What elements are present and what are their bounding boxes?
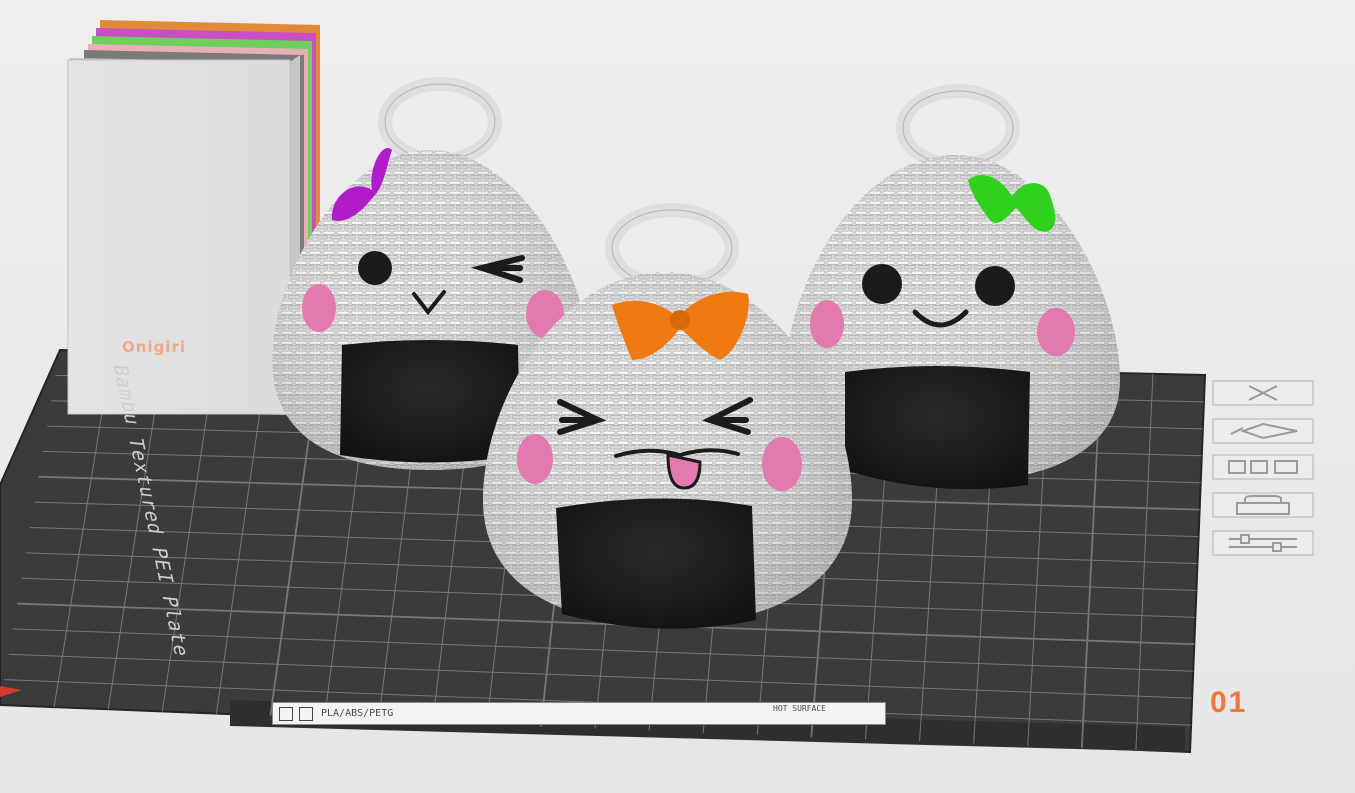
lock-icon [1236,495,1290,515]
close-plate-button[interactable] [1212,380,1314,406]
plate-settings-button[interactable] [1212,530,1314,556]
prime-tower-label: Onigiri [122,338,186,356]
close-x-icon [1248,385,1278,401]
arrange-button[interactable] [1212,454,1314,480]
auto-orient-icon [1230,422,1298,440]
lock-plate-button[interactable] [1212,492,1314,518]
filament-type-label: PLA/ABS/PETG [321,708,394,719]
scene-canvas [0,20,1207,754]
plate-number: 01 [1210,686,1248,719]
auto-orient-button[interactable] [1212,418,1314,444]
settings-icon [1229,534,1297,552]
3d-viewport[interactable]: Onigiri Bambu Textured PEI Plate PLA/ABS… [0,0,1355,793]
hot-surface-label: HOT SURFACE [773,704,826,713]
plate-info-strip: PLA/ABS/PETG HOT SURFACE [272,702,886,725]
plate-type-icon [299,706,313,721]
arrange-icon [1228,460,1298,474]
plate-grid-icon [279,706,293,721]
